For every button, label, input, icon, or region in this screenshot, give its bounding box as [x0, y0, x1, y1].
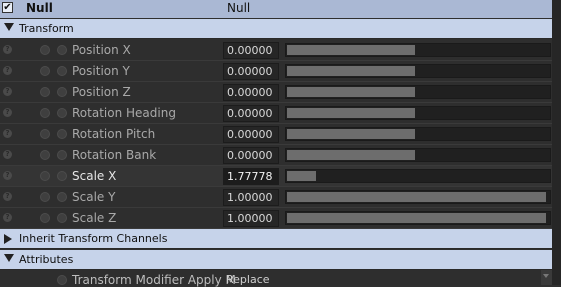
- scroll-down-button[interactable]: [541, 270, 552, 285]
- help-icon[interactable]: ?: [3, 171, 12, 180]
- property-label: Scale Y: [72, 190, 116, 204]
- keyframe-dot-icon[interactable]: [40, 171, 50, 181]
- animation-dot-icon[interactable]: [57, 66, 67, 76]
- collapse-triangle-icon[interactable]: [4, 23, 14, 31]
- value-input[interactable]: 1.00000: [223, 210, 279, 227]
- transform-section-header[interactable]: Transform: [0, 19, 552, 39]
- item-name: Null: [26, 1, 53, 15]
- keyframe-dot-icon[interactable]: [40, 108, 50, 118]
- value-slider[interactable]: [285, 169, 551, 183]
- property-label: Rotation Pitch: [72, 127, 156, 141]
- animation-dot-icon[interactable]: [57, 150, 67, 160]
- slider-fill: [287, 45, 415, 55]
- property-row: ? Scale Z 1.00000: [0, 208, 552, 229]
- slider-fill: [287, 171, 316, 181]
- property-label: Scale Z: [72, 211, 117, 225]
- value-slider[interactable]: [285, 127, 551, 141]
- keyframe-dot-icon[interactable]: [40, 192, 50, 202]
- animation-dot-icon[interactable]: [57, 192, 67, 202]
- value-input[interactable]: 0.00000: [223, 147, 279, 164]
- enable-checkbox[interactable]: ✔: [2, 2, 13, 13]
- help-icon[interactable]: ?: [3, 87, 12, 96]
- property-label: Rotation Heading: [72, 106, 176, 120]
- keyframe-dot-icon[interactable]: [40, 66, 50, 76]
- property-value-dropdown[interactable]: Replace: [226, 273, 270, 286]
- value-slider[interactable]: [285, 211, 551, 225]
- property-row: Transform Modifier Apply M Replace: [0, 270, 552, 287]
- property-row: ? Rotation Bank 0.00000: [0, 145, 552, 166]
- expand-triangle-icon[interactable]: [4, 234, 12, 244]
- value-input[interactable]: 0.00000: [223, 84, 279, 101]
- section-label: Attributes: [19, 253, 74, 266]
- property-label: Position X: [72, 43, 131, 57]
- animation-dot-icon[interactable]: [57, 213, 67, 223]
- keyframe-dot-icon[interactable]: [40, 87, 50, 97]
- keyframe-dot-icon[interactable]: [40, 150, 50, 160]
- value-slider[interactable]: [285, 85, 551, 99]
- property-label: Scale X: [72, 169, 117, 183]
- panel-edge: [552, 0, 561, 285]
- slider-fill: [287, 108, 415, 118]
- value-slider[interactable]: [285, 43, 551, 57]
- property-row: ? Position Y 0.00000: [0, 61, 552, 82]
- value-input[interactable]: 0.00000: [223, 105, 279, 122]
- help-icon[interactable]: ?: [3, 192, 12, 201]
- animation-dot-icon[interactable]: [57, 171, 67, 181]
- property-row: ? Position X 0.00000: [0, 40, 552, 61]
- value-slider[interactable]: [285, 190, 551, 204]
- value-input[interactable]: 0.00000: [223, 42, 279, 59]
- item-header: ✔ Null Null: [0, 0, 552, 18]
- section-label: Inherit Transform Channels: [19, 232, 168, 245]
- help-icon[interactable]: ?: [3, 108, 12, 117]
- attributes-section-header[interactable]: Attributes: [0, 250, 552, 270]
- help-icon[interactable]: ?: [3, 66, 12, 75]
- animation-dot-icon[interactable]: [57, 129, 67, 139]
- slider-fill: [287, 150, 415, 160]
- animation-dot-icon[interactable]: [57, 275, 67, 285]
- help-icon[interactable]: ?: [3, 45, 12, 54]
- slider-fill: [287, 213, 546, 223]
- animation-dot-icon[interactable]: [57, 87, 67, 97]
- animation-dot-icon[interactable]: [57, 108, 67, 118]
- value-input[interactable]: 0.00000: [223, 63, 279, 80]
- value-slider[interactable]: [285, 148, 551, 162]
- property-row: ? Scale X 1.77778: [0, 166, 552, 187]
- property-label: Rotation Bank: [72, 148, 157, 162]
- property-label: Position Y: [72, 64, 130, 78]
- help-icon[interactable]: ?: [3, 129, 12, 138]
- animation-dot-icon[interactable]: [57, 45, 67, 55]
- property-label: Position Z: [72, 85, 131, 99]
- arrow-down-icon: [543, 274, 549, 278]
- keyframe-dot-icon[interactable]: [40, 213, 50, 223]
- collapse-triangle-icon[interactable]: [4, 254, 14, 262]
- slider-fill: [287, 66, 415, 76]
- section-label: Transform: [19, 22, 74, 35]
- property-row: ? Rotation Heading 0.00000: [0, 103, 552, 124]
- value-slider[interactable]: [285, 64, 551, 78]
- property-row: ? Position Z 0.00000: [0, 82, 552, 103]
- item-type: Null: [227, 1, 251, 15]
- slider-fill: [287, 87, 415, 97]
- property-row: ? Rotation Pitch 0.00000: [0, 124, 552, 145]
- help-icon[interactable]: ?: [3, 213, 12, 222]
- property-row: ? Scale Y 1.00000: [0, 187, 552, 208]
- help-icon[interactable]: ?: [3, 150, 12, 159]
- keyframe-dot-icon[interactable]: [40, 45, 50, 55]
- value-input[interactable]: 1.77778: [223, 168, 279, 185]
- value-input[interactable]: 1.00000: [223, 189, 279, 206]
- value-slider[interactable]: [285, 106, 551, 120]
- inherit-transform-section-header[interactable]: Inherit Transform Channels: [0, 229, 552, 249]
- keyframe-dot-icon[interactable]: [40, 129, 50, 139]
- value-input[interactable]: 0.00000: [223, 126, 279, 143]
- slider-fill: [287, 192, 546, 202]
- slider-fill: [287, 129, 415, 139]
